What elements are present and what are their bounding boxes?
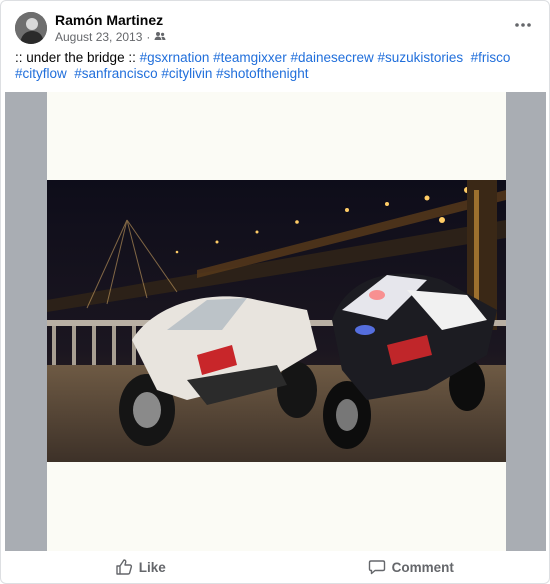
- comment-button[interactable]: Comment: [276, 552, 547, 582]
- hashtag-link[interactable]: #citylivin: [161, 66, 212, 81]
- hashtag-link[interactable]: #cityflow: [15, 66, 67, 81]
- more-dots-icon: [515, 23, 531, 27]
- post-date[interactable]: August 23, 2013: [55, 29, 142, 45]
- motorcycle-photo[interactable]: [47, 180, 506, 462]
- hashtag-link[interactable]: #suzukistories: [378, 50, 464, 65]
- photo-frame: [47, 92, 506, 551]
- comment-label: Comment: [391, 559, 454, 575]
- hashtag-link[interactable]: #frisco: [471, 50, 511, 65]
- avatar[interactable]: [15, 12, 47, 44]
- caption-text: :: under the bridge ::: [15, 50, 140, 65]
- separator-dot: ·: [146, 30, 151, 44]
- post-card: Ramón Martinez August 23, 2013 ·:: unde…: [0, 0, 550, 584]
- post-header: Ramón Martinez August 23, 2013 ·: [15, 11, 166, 45]
- like-button[interactable]: Like: [5, 552, 276, 582]
- action-bar: Like Comment: [5, 552, 546, 582]
- friends-icon[interactable]: [154, 29, 166, 45]
- post-caption: :: under the bridge :: #gsxrnation #team…: [15, 50, 535, 82]
- like-label: Like: [138, 559, 166, 575]
- hashtag-link[interactable]: #gsxrnation: [140, 50, 210, 65]
- post-media[interactable]: [5, 92, 546, 551]
- comment-icon: [368, 560, 385, 575]
- hashtag-link[interactable]: #teamgixxer: [213, 50, 287, 65]
- hashtag-link[interactable]: #shotofthenight: [216, 66, 308, 81]
- hashtag-link[interactable]: #sanfrancisco: [74, 66, 157, 81]
- author-name[interactable]: Ramón Martinez: [55, 11, 166, 29]
- like-icon: [116, 559, 132, 575]
- more-options-button[interactable]: [507, 11, 539, 39]
- hashtag-link[interactable]: #dainesecrew: [290, 50, 373, 65]
